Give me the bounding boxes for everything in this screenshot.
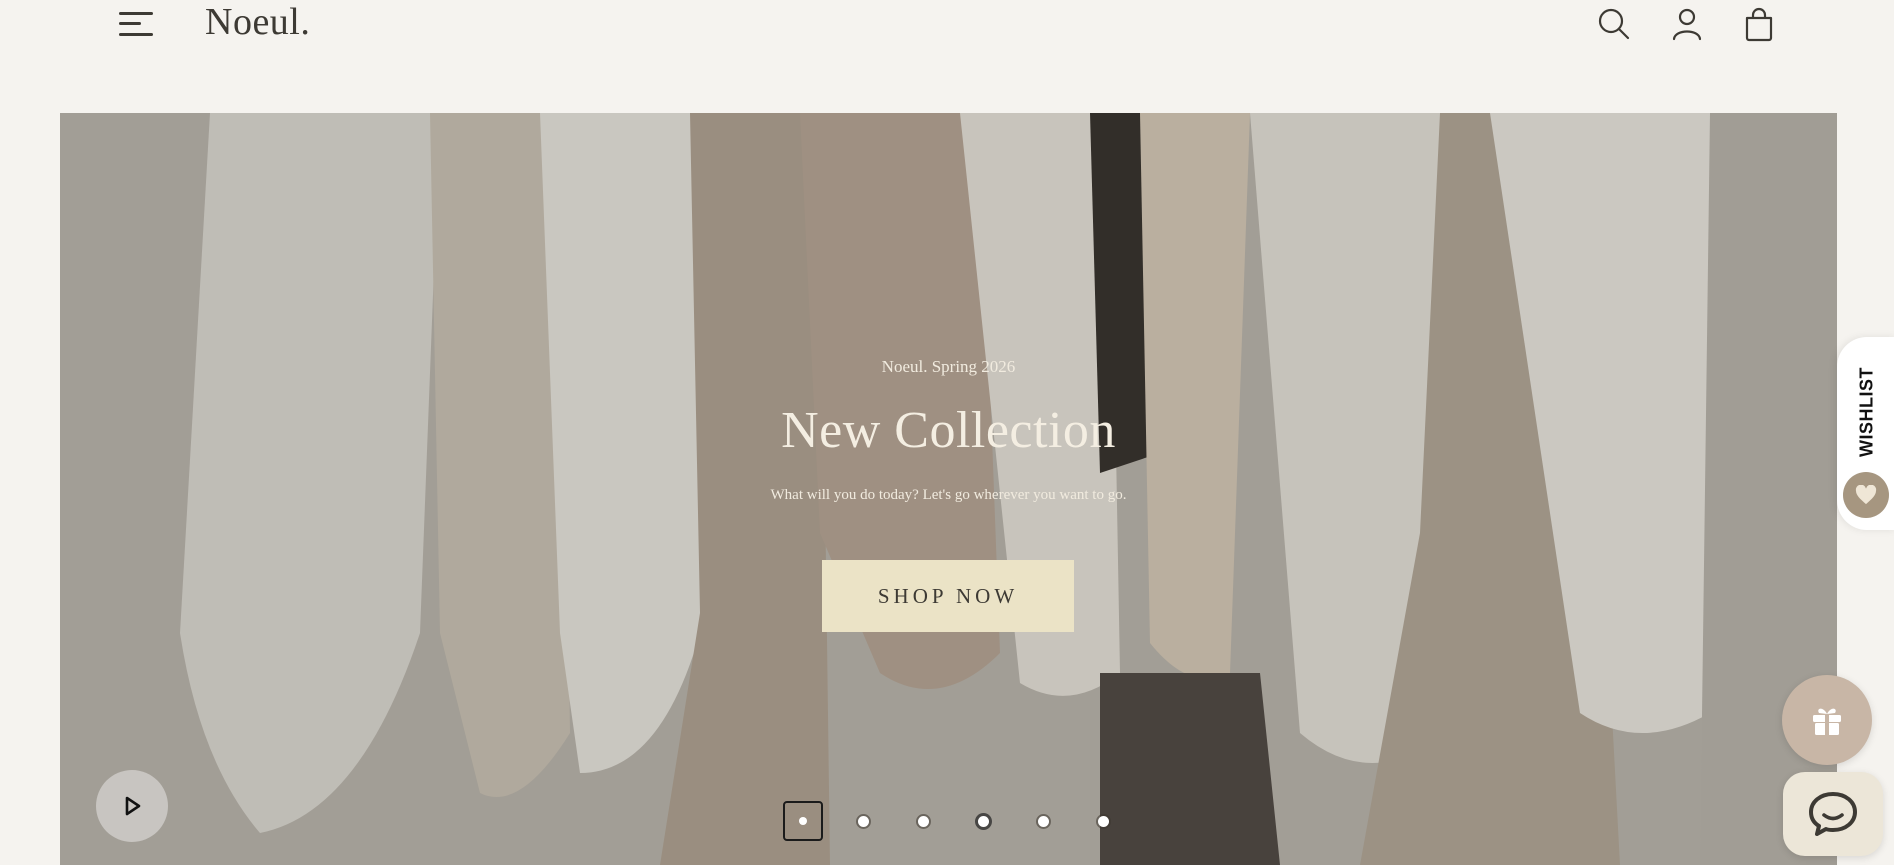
hero-eyebrow: Noeul. Spring 2026 [881, 357, 1016, 376]
shopping-bag-icon[interactable] [1739, 4, 1779, 44]
site-header: Noeul. [0, 0, 1894, 80]
slide-dot-6[interactable] [1083, 801, 1123, 841]
slide-dot-3[interactable] [903, 801, 943, 841]
slide-dot-5[interactable] [1023, 801, 1063, 841]
hamburger-menu-icon[interactable] [116, 6, 158, 40]
wishlist-label: WISHLIST [1856, 367, 1877, 457]
wishlist-tab[interactable]: WISHLIST [1837, 337, 1894, 530]
heart-icon [1843, 472, 1889, 518]
slide-dot-1[interactable] [783, 801, 823, 841]
hero-content: Noeul. Spring 2026 New Collection What w… [60, 113, 1837, 865]
hero-banner: Noeul. Spring 2026 New Collection What w… [60, 113, 1837, 865]
chat-icon[interactable] [1783, 772, 1883, 856]
play-icon[interactable] [96, 770, 168, 842]
slide-dot-4[interactable] [963, 801, 1003, 841]
site-logo[interactable]: Noeul. [205, 0, 310, 44]
search-icon[interactable] [1594, 4, 1634, 44]
slide-pagination [783, 801, 1183, 841]
hero-subtitle: What will you do today? Let's go whereve… [770, 487, 1127, 503]
slide-dot-2[interactable] [843, 801, 883, 841]
gift-icon[interactable] [1782, 675, 1872, 765]
user-icon[interactable] [1667, 4, 1707, 44]
hero-title: New Collection [781, 402, 1116, 459]
shop-now-button[interactable]: SHOP NOW [822, 560, 1074, 632]
